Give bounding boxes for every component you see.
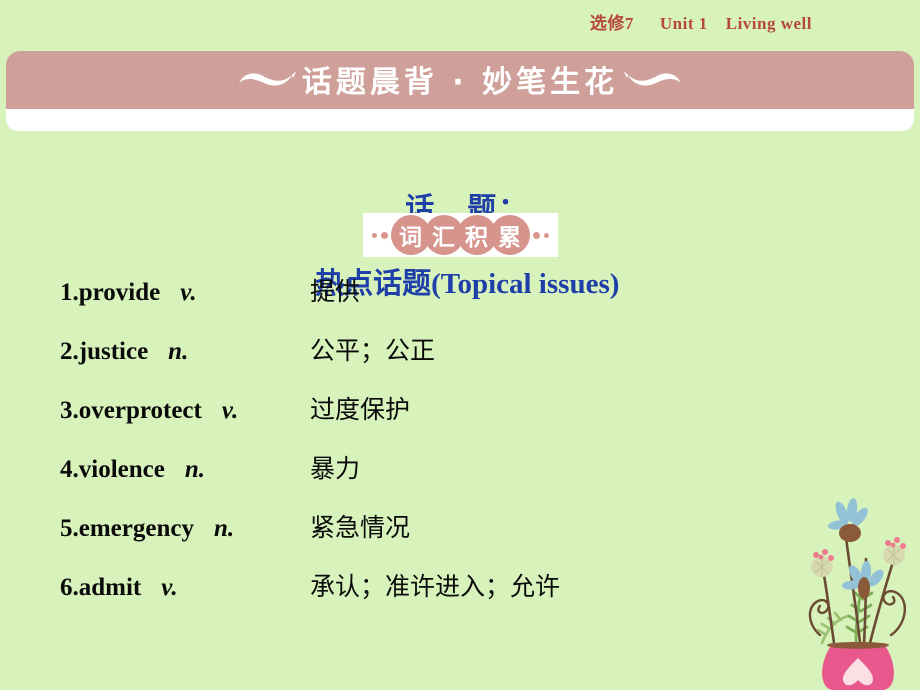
vocabulary-list: 1.provide v. 提供 2.justice n. 公平；公正 3.overprote… — [0, 272, 920, 626]
vocab-meaning: 暴力 — [310, 454, 361, 483]
vocab-badge-wrap: 词 汇 积 累 — [0, 213, 920, 257]
vocab-word: 6.admit — [60, 574, 142, 601]
content-panel — [6, 109, 914, 131]
breadcrumb-lesson: Living well — [725, 13, 812, 33]
vocab-part-of-speech: v. — [180, 279, 197, 306]
vocab-word: 3.overprotect — [60, 397, 202, 424]
vocab-term: 2.justice n. — [0, 338, 310, 366]
banner-title: 话题晨背 · 妙笔生花 — [301, 65, 619, 100]
breadcrumb: 选修7 Unit 1 Living well — [590, 9, 812, 34]
vocab-word: 4.violence — [60, 456, 165, 483]
badge-circles: 词 汇 积 累 — [390, 215, 530, 255]
vocab-word: 5.emergency — [60, 515, 194, 542]
vocab-row: 3.overprotect v. 过度保护 — [0, 390, 920, 449]
dot-icon — [371, 232, 377, 238]
section-banner: 话题晨背 · 妙笔生花 — [6, 51, 914, 109]
dot-icon — [532, 231, 540, 239]
wave-ornament-left-icon — [238, 70, 297, 86]
badge-char-4: 累 — [489, 215, 530, 255]
vocab-term: 6.admit v. — [0, 574, 310, 602]
vocab-row: 5.emergency n. 紧急情况 — [0, 508, 920, 567]
wave-ornament-right-icon — [623, 70, 682, 86]
vocab-part-of-speech: n. — [184, 456, 205, 483]
badge-dots-right — [532, 231, 549, 239]
badge-dots-left — [371, 231, 388, 239]
vase-icon — [822, 642, 894, 690]
vocab-meaning: 公平；公正 — [310, 336, 436, 365]
vocab-term: 4.violence n. — [0, 456, 310, 484]
vocab-term: 3.overprotect v. — [0, 397, 310, 425]
dot-icon — [380, 231, 388, 239]
dot-icon — [543, 232, 549, 238]
vocab-term: 5.emergency n. — [0, 515, 310, 543]
vocab-row: 4.violence n. 暴力 — [0, 449, 920, 508]
vocab-part-of-speech: n. — [213, 515, 235, 542]
vocab-meaning: 紧急情况 — [310, 513, 411, 542]
vocab-row: 2.justice n. 公平；公正 — [0, 331, 920, 390]
heart-icon — [843, 658, 873, 686]
vocab-word: 1.provide — [60, 279, 161, 306]
vocab-part-of-speech: n. — [168, 338, 189, 365]
vocab-part-of-speech: v. — [221, 397, 239, 424]
vocab-meaning: 提供 — [310, 277, 361, 306]
vocab-meaning: 过度保护 — [310, 395, 411, 424]
banner-content: 话题晨背 · 妙笔生花 — [236, 57, 684, 101]
vocab-part-of-speech: v. — [161, 574, 178, 601]
vocab-badge: 词 汇 积 累 — [362, 213, 558, 257]
vocab-term: 1.provide v. — [0, 279, 310, 307]
breadcrumb-bar: 选修7 Unit 1 Living well — [0, 0, 920, 42]
vocab-row: 6.admit v. 承认；准许进入；允许 — [0, 567, 920, 626]
vocab-meaning: 承认；准许进入；允许 — [310, 572, 561, 601]
vocab-word: 2.justice — [60, 338, 149, 365]
breadcrumb-book: 选修7 — [589, 13, 634, 33]
vocab-row: 1.provide v. 提供 — [0, 272, 920, 331]
breadcrumb-unit: Unit 1 — [659, 13, 708, 33]
